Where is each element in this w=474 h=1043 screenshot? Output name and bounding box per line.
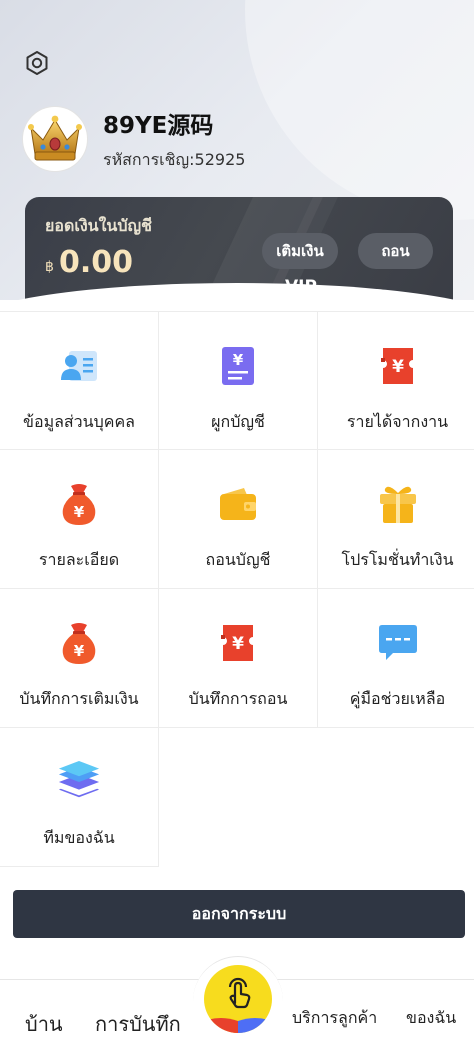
menu-item-deposit-record[interactable]: ¥ บันทึกการเติมเงิน bbox=[0, 589, 159, 728]
chat-bubble-icon bbox=[376, 621, 420, 665]
bank-document-icon: ¥ bbox=[216, 344, 260, 388]
nav-record[interactable]: การบันทึก bbox=[95, 1008, 181, 1040]
menu-item-details[interactable]: ¥ รายละเอียด bbox=[0, 450, 159, 589]
avatar[interactable] bbox=[22, 106, 88, 172]
header-decoration bbox=[245, 0, 474, 220]
svg-text:¥: ¥ bbox=[74, 503, 85, 521]
menu-label: คู่มือช่วยเหลือ bbox=[349, 689, 446, 708]
balance-label: ยอดเงินในบัญชี bbox=[45, 216, 152, 235]
menu-label: ถอนบัญชี bbox=[205, 550, 271, 569]
menu-label: ผูกบัญชี bbox=[211, 412, 265, 431]
menu-item-withdraw-account[interactable]: ถอนบัญชี bbox=[159, 450, 318, 589]
menu-label: รายละเอียด bbox=[38, 550, 120, 569]
menu-item-withdraw-record[interactable]: ¥ บันทึกการถอน bbox=[159, 589, 318, 728]
hand-tap-icon bbox=[228, 977, 251, 1009]
nav-mine[interactable]: ของฉัน bbox=[406, 1006, 456, 1031]
currency-symbol: ฿ bbox=[45, 259, 54, 275]
username: 89YE源码 bbox=[103, 113, 214, 139]
crown-icon bbox=[28, 115, 82, 161]
menu-label: บันทึกการเติมเงิน bbox=[19, 689, 139, 708]
nav-home[interactable]: บ้าน bbox=[25, 1008, 63, 1040]
svg-text:¥: ¥ bbox=[74, 642, 85, 660]
money-bag-icon: ¥ bbox=[57, 482, 101, 526]
gift-icon bbox=[376, 482, 420, 526]
menu-item-my-team[interactable]: ทีมของฉัน bbox=[0, 728, 159, 867]
menu-item-task-income[interactable]: ¥ รายได้จากงาน bbox=[318, 311, 474, 450]
menu-item-personal-info[interactable]: ข้อมูลส่วนบุคคล bbox=[0, 311, 159, 450]
menu-item-promotion[interactable]: โปรโมชั่นทำเงิน bbox=[318, 450, 474, 589]
profile-page: 89YE源码 รหัสการเชิญ:52925 ยอดเงินในบัญชี … bbox=[0, 0, 474, 1043]
red-ticket-icon: ¥ bbox=[216, 621, 260, 665]
menu-label: บันทึกการถอน bbox=[188, 689, 288, 708]
layers-icon bbox=[57, 760, 101, 804]
vip-label: VIP bbox=[285, 277, 317, 297]
settings-icon[interactable] bbox=[22, 48, 52, 78]
logout-button[interactable]: ออกจากระบบ bbox=[13, 890, 465, 938]
svg-text:¥: ¥ bbox=[392, 357, 404, 377]
svg-text:¥: ¥ bbox=[232, 634, 244, 654]
profile-card-icon bbox=[57, 344, 101, 388]
menu-item-help-guide[interactable]: คู่มือช่วยเหลือ bbox=[318, 589, 474, 728]
svg-text:¥: ¥ bbox=[233, 351, 244, 369]
balance-amount: 0.00 bbox=[59, 245, 134, 280]
center-button-decoration bbox=[204, 1018, 272, 1033]
withdraw-button[interactable]: ถอน bbox=[358, 233, 433, 269]
deposit-button[interactable]: เติมเงิน bbox=[262, 233, 338, 269]
nav-center-button[interactable] bbox=[204, 965, 272, 1033]
wallet-icon bbox=[216, 482, 260, 526]
red-ticket-icon: ¥ bbox=[376, 344, 420, 388]
money-bag-icon: ¥ bbox=[57, 621, 101, 665]
nav-customer-service[interactable]: บริการลูกค้า bbox=[292, 1006, 377, 1031]
menu-label: รายได้จากงาน bbox=[346, 412, 449, 431]
menu-label: ทีมของฉัน bbox=[43, 828, 115, 847]
menu-label: ข้อมูลส่วนบุคคล bbox=[23, 412, 135, 431]
invite-code: รหัสการเชิญ:52925 bbox=[103, 150, 246, 169]
menu-item-bind-account[interactable]: ¥ ผูกบัญชี bbox=[159, 311, 318, 450]
menu-label: โปรโมชั่นทำเงิน bbox=[341, 550, 454, 569]
